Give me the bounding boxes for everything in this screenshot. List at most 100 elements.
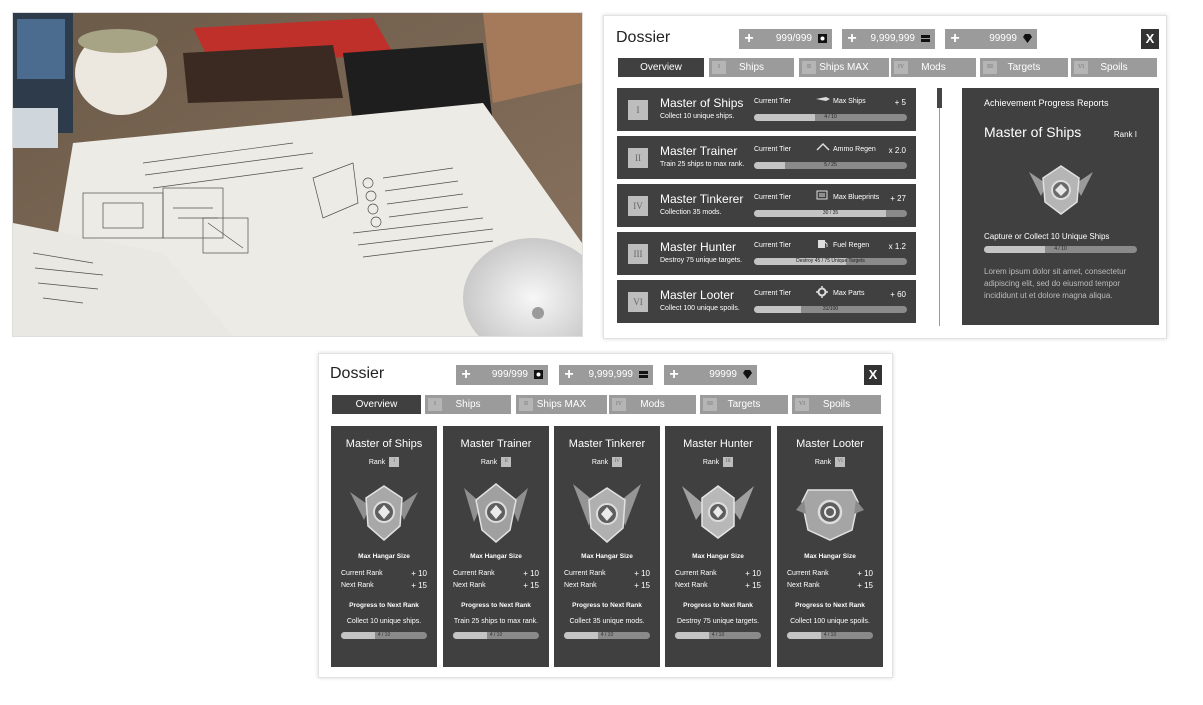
tab-numeral: II [802,61,816,74]
tab-label: Spoils [822,399,851,410]
progress-label: Progress to Next Rank [683,602,753,609]
tab-label: Spoils [1100,62,1128,73]
stat-bonus: + 60 [890,290,906,299]
achievement-card[interactable]: Master Looter Rank VI Max Hangar Size Cur… [777,426,883,667]
tab-spoils[interactable]: VI Spoils [1071,58,1157,77]
ticket-icon [534,370,543,379]
tab-ships-max[interactable]: II Ships MAX [799,58,889,77]
close-button[interactable]: X [1141,29,1159,49]
achievement-card[interactable]: Master Hunter Rank III Max Hangar Size Cu… [665,426,771,667]
currency-ticket[interactable]: + 999/999 [739,29,832,49]
rank-numeral: IV [628,196,648,216]
add-ticket-button[interactable]: + [739,29,759,49]
tab-numeral: III [983,61,997,74]
currency-coins[interactable]: + 9,999,999 [559,365,653,385]
rank-badge-icon [573,484,641,543]
add-coins-button[interactable]: + [842,29,862,49]
progress-bar: 4 / 10 [453,632,539,639]
tab-ships[interactable]: I Ships [709,58,794,77]
max-hangar-label: Max Hangar Size [692,553,744,560]
tab-numeral: III [703,398,717,411]
tab-ships[interactable]: I Ships [425,395,511,414]
gem-icon [743,370,752,379]
card-description: Collect 35 unique mods. [569,618,645,625]
dossier-title: Dossier [616,29,671,46]
achievement-subtitle: Train 25 ships to max rank. [660,161,745,168]
achievement-card[interactable]: Master Trainer Rank II Max Hangar Size Cu… [443,426,549,667]
tab-mods[interactable]: IV Mods [609,395,696,414]
rank-badge-icon [350,485,418,541]
detail-body-line: incididunt ut et dolore magna aliqua. [984,291,1113,300]
rank-label: Rank [814,458,832,466]
achievement-row[interactable]: VI Master Looter Collect 100 unique spoi… [617,280,916,323]
currency-value: 99999 [989,33,1017,44]
tab-label: Targets [727,399,761,410]
add-gems-button[interactable]: + [945,29,965,49]
rank-numeral: VI [628,292,648,312]
tab-numeral: VI [795,398,809,411]
tab-label: Ships [738,62,764,73]
dossier-list-panel: Dossier + 999/999 + 9,999,999 + 99999 X … [603,15,1167,339]
achievement-row[interactable]: III Master Hunter Destroy 75 unique targ… [617,232,916,275]
rank-badge-icon [796,489,864,541]
tab-ships-max[interactable]: II Ships MAX [516,395,607,414]
currency-coins[interactable]: + 9,999,999 [842,29,935,49]
currency-gems[interactable]: + 99999 [945,29,1037,49]
progress-bar: 4 / 10 [341,632,427,639]
progress-text: 4 / 10 [711,632,725,638]
stat-bonus: x 2.0 [888,146,906,155]
stat-bonus: + 27 [890,194,906,203]
progress-bar: 4 / 10 [564,632,650,639]
rank-label: Rank [480,458,498,466]
card-description: Train 25 ships to max rank. [453,618,539,625]
add-ticket-button[interactable]: + [456,365,476,385]
tab-overview[interactable]: Overview [618,58,704,77]
achievement-row[interactable]: I Master of Ships Collect 10 unique ship… [617,88,916,131]
current-rank-label: Current Rank [564,570,606,577]
progress-text: 4 / 10 [600,632,614,638]
next-rank-value: + 15 [523,581,539,590]
add-gems-button[interactable]: + [664,365,684,385]
card-title: Master of Ships [345,438,423,450]
progress-bar: 30 / 35 [754,210,907,217]
add-coins-button[interactable]: + [559,365,579,385]
rank-label: Rank [591,458,609,466]
tab-numeral: VI [1074,61,1088,74]
tab-mods[interactable]: IV Mods [891,58,976,77]
tier-label: Current Tier [754,98,791,105]
tab-spoils[interactable]: VI Spoils [792,395,881,414]
achievement-card[interactable]: Master of Ships Rank I Max Hangar Size Cu… [331,426,437,667]
scrollbar-thumb[interactable] [937,88,942,108]
tab-numeral: I [712,61,726,74]
tab-label: Mods [921,62,946,73]
tier-label: Current Tier [754,242,791,249]
currency-ticket[interactable]: + 999/999 [456,365,548,385]
achievement-subtitle: Collect 100 unique spoils. [660,305,740,312]
progress-label: Progress to Next Rank [461,602,531,609]
achievement-row[interactable]: IV Master Tinkerer Collection 35 mods. C… [617,184,916,227]
progress-text: 5 / 25 [824,162,837,168]
tab-label: Ships MAX [536,399,587,410]
rank-numeral: II [501,457,512,467]
rank-numeral: I [389,457,400,467]
progress-bar: 4 / 10 [754,114,907,121]
scrollbar-track[interactable] [939,88,940,326]
progress-bar: Destroy 45 / 75 Unique Targets [754,258,907,265]
current-rank-label: Current Rank [453,570,495,577]
gem-icon [1023,34,1032,43]
tab-targets[interactable]: III Targets [980,58,1068,77]
detail-title: Master of Ships [984,124,1082,140]
achievement-row[interactable]: II Master Trainer Train 25 ships to max … [617,136,916,179]
close-button[interactable]: X [864,365,882,385]
rank-badge-icon [1029,165,1093,215]
tab-targets[interactable]: III Targets [700,395,788,414]
stat-label: Ammo Regen [833,146,876,153]
desk-photo-image [13,13,582,336]
achievement-card[interactable]: Master Tinkerer Rank IV Max Hangar Size C… [554,426,660,667]
rank-numeral: I [628,100,648,120]
current-rank-label: Current Rank [341,570,383,577]
currency-gems[interactable]: + 99999 [664,365,757,385]
card-title: Master Tinkerer [568,438,646,450]
tab-overview[interactable]: Overview [332,395,421,414]
next-rank-value: + 15 [634,581,650,590]
